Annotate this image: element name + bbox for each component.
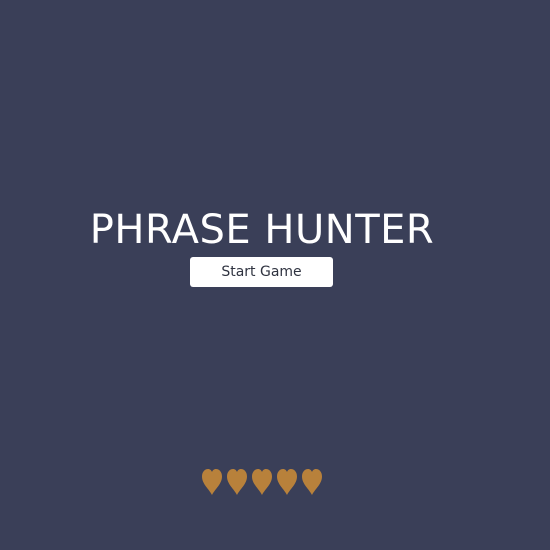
heart-icon	[201, 468, 223, 496]
game-title: PHRASE HUNTER	[89, 206, 435, 253]
start-game-button[interactable]: Start Game	[190, 257, 333, 287]
scoreboard-hearts	[201, 468, 323, 496]
heart-icon	[251, 468, 273, 496]
heart-icon	[301, 468, 323, 496]
start-overlay: PHRASE HUNTER Start Game	[0, 0, 550, 550]
heart-icon	[276, 468, 298, 496]
heart-icon	[226, 468, 248, 496]
